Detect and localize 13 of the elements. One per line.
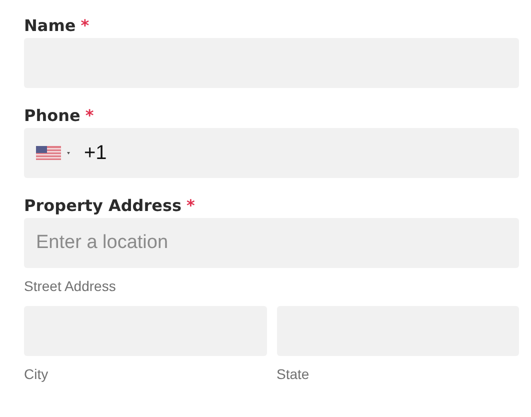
dial-code: +1 (84, 142, 107, 164)
field-hint: City (24, 366, 50, 382)
field-hint: Street Address (24, 278, 117, 294)
field-hint: State (276, 366, 310, 382)
address-field[interactable]: Enter a location (24, 218, 519, 268)
field-label: Phone (24, 106, 80, 124)
field-label: Name (24, 16, 76, 34)
required-mark: * (186, 196, 195, 214)
required-mark: * (85, 106, 94, 124)
flag-icon[interactable] (36, 146, 70, 160)
phone-field[interactable]: +1 (24, 128, 519, 178)
field-label: Property Address (24, 196, 182, 214)
required-mark: * (80, 16, 90, 34)
